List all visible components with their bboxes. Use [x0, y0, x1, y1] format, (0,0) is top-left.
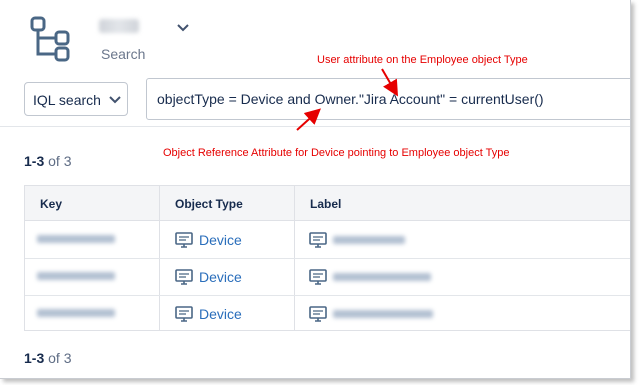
table-row[interactable]: Device	[25, 258, 630, 296]
result-range: 1-3	[24, 153, 45, 169]
search-mode-label: IQL search	[33, 92, 101, 108]
device-icon	[175, 232, 193, 248]
object-type-link[interactable]: Device	[199, 232, 242, 248]
device-icon	[309, 306, 327, 322]
object-label-redacted[interactable]	[333, 236, 405, 244]
result-count-bottom: 1-3 of 3	[24, 350, 71, 366]
page-subtitle: Search	[101, 46, 146, 62]
chevron-down-icon[interactable]	[175, 20, 191, 36]
object-key-redacted[interactable]	[37, 235, 115, 243]
object-key-redacted[interactable]	[37, 309, 115, 317]
device-icon	[175, 306, 193, 322]
chevron-down-icon	[109, 96, 121, 104]
schema-name-redacted	[99, 19, 139, 33]
object-key-redacted[interactable]	[37, 272, 115, 280]
results-table: Key Object Type Label Device Device Devi…	[24, 185, 630, 332]
object-type-link[interactable]: Device	[199, 269, 242, 285]
app-window: Search IQL search objectType = Device an…	[0, 0, 631, 379]
table-header: Key Object Type Label	[25, 186, 630, 221]
column-header-key[interactable]: Key	[40, 197, 62, 211]
search-mode-select[interactable]: IQL search	[24, 82, 128, 116]
column-header-label[interactable]: Label	[310, 197, 341, 211]
object-label-redacted[interactable]	[333, 310, 433, 318]
device-icon	[309, 232, 327, 248]
device-icon	[175, 269, 193, 285]
column-header-object-type[interactable]: Object Type	[175, 197, 243, 211]
result-total: of 3	[48, 153, 72, 169]
device-icon	[309, 269, 327, 285]
result-range: 1-3	[24, 350, 45, 366]
result-count-top: 1-3 of 3	[24, 153, 71, 169]
result-total: of 3	[48, 350, 72, 366]
object-type-link[interactable]: Device	[199, 306, 242, 322]
table-row[interactable]: Device	[25, 221, 630, 259]
schema-tree-icon	[30, 16, 70, 62]
table-row[interactable]: Device	[25, 295, 630, 332]
annotation-user-attribute: User attribute on the Employee object Ty…	[317, 54, 528, 66]
iql-query-text: objectType = Device and Owner."Jira Acco…	[157, 91, 544, 107]
iql-query-input[interactable]: objectType = Device and Owner."Jira Acco…	[146, 78, 630, 120]
annotation-object-reference: Object Reference Attribute for Device po…	[163, 147, 510, 159]
object-label-redacted[interactable]	[333, 273, 431, 281]
